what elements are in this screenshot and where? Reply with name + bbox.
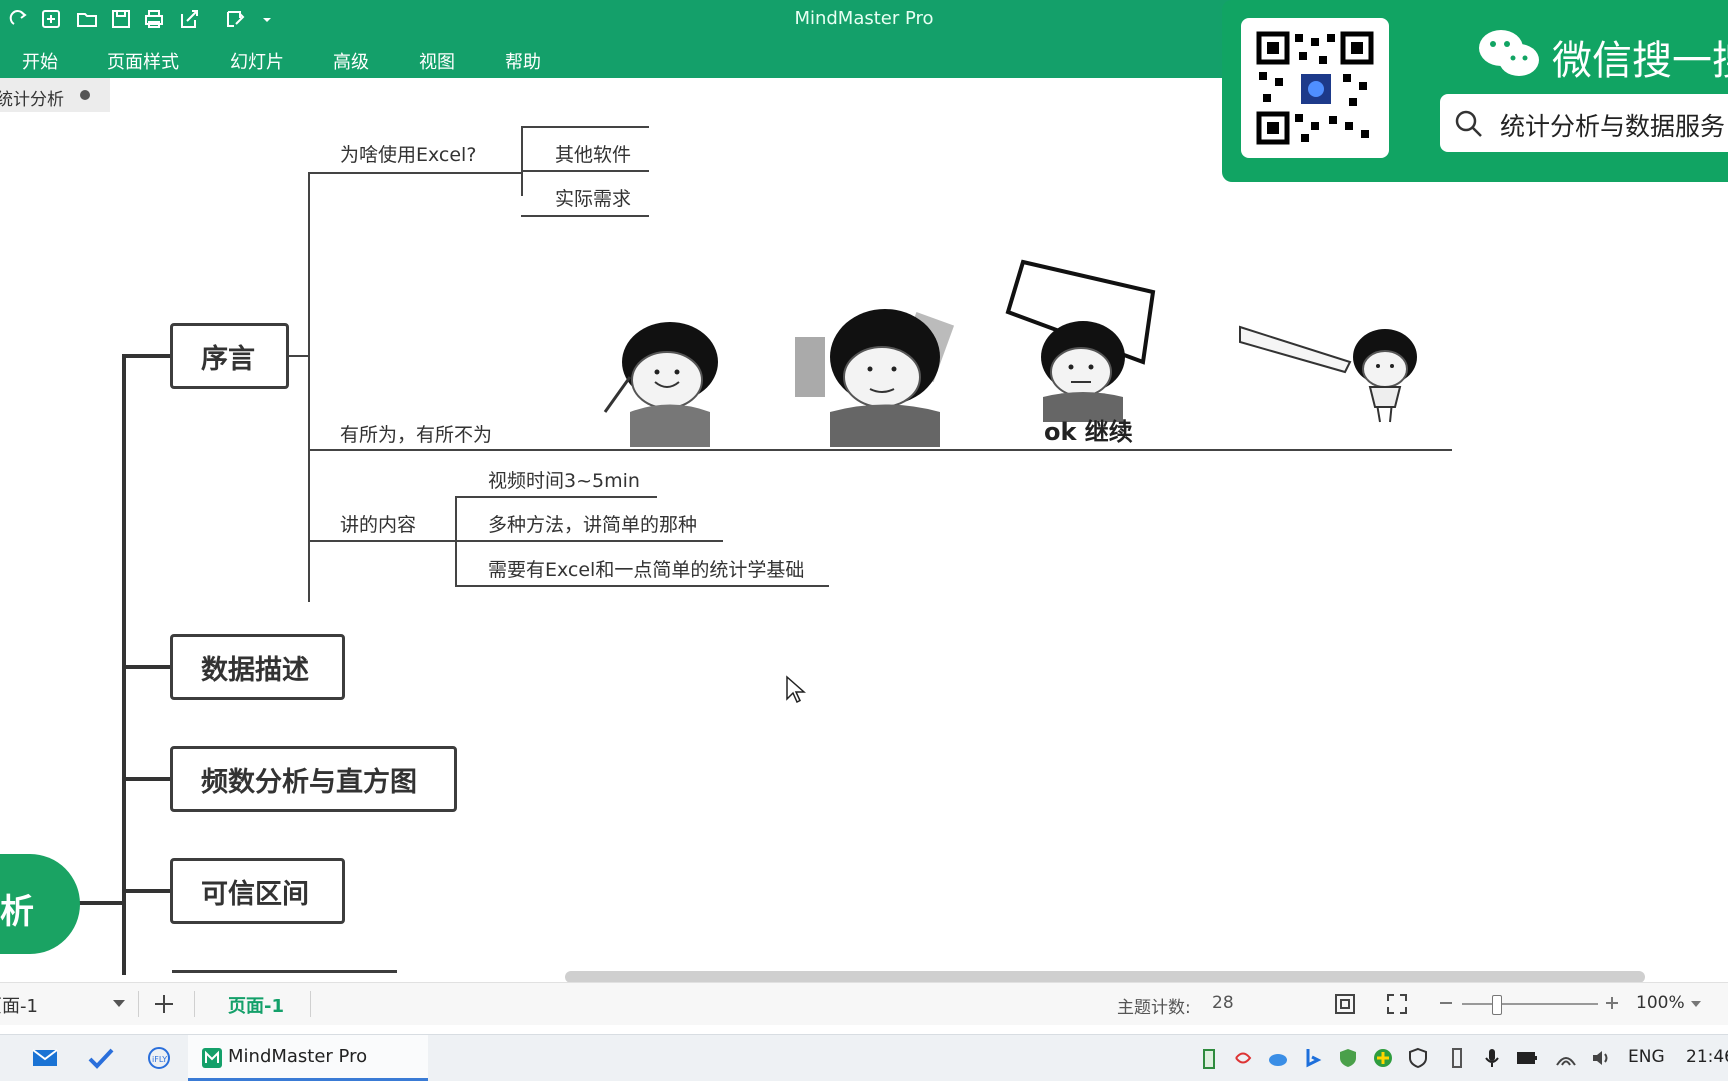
wechat-logo-icon [1479,30,1539,76]
battery-tray-icon[interactable] [1198,1047,1220,1069]
usb-tray-icon[interactable] [1446,1047,1468,1069]
subtopic-other-software[interactable]: 其他软件 [555,140,631,167]
topic-partial-next [172,970,397,982]
os-taskbar: iFLY MindMaster Pro ENG 21:46 [0,1034,1728,1081]
subtopic-video-length[interactable]: 视频时间3~5min [488,466,640,493]
microphone-tray-icon[interactable] [1481,1047,1503,1069]
fullscreen-icon[interactable] [1386,993,1408,1015]
topic-preface[interactable]: 序言 [170,323,289,389]
page-bar: 页面-1 页面-1 主题计数: 28 100% [0,982,1728,1025]
zoom-out-icon[interactable] [1438,995,1454,1011]
chevron-down-icon[interactable] [112,999,126,1009]
volume-icon[interactable] [1590,1047,1612,1069]
wechat-title: 微信搜一搜 [1552,38,1728,84]
why-excel-child-line-0 [521,126,649,128]
clock-time[interactable]: 21:46 [1686,1047,1728,1067]
divider [310,991,311,1017]
subtopic-prerequisites[interactable]: 需要有Excel和一点简单的统计学基础 [488,555,804,582]
search-icon [1455,110,1482,137]
content-child-line-2 [455,585,829,587]
preface-connector [289,355,309,357]
root-topic[interactable]: 析 [0,854,80,954]
zoom-slider-track[interactable] [1462,1003,1598,1005]
subtopic-methods[interactable]: 多种方法，讲简单的那种 [488,510,697,537]
menu-view[interactable]: 视图 [419,48,455,74]
scope-line [308,449,1452,451]
topic-count-value: 28 [1212,993,1234,1013]
topic-count-label: 主题计数: [1117,998,1191,1018]
wechat-search-box: 统计分析与数据服务 [1440,94,1728,152]
swirl-tray-icon[interactable] [1232,1047,1254,1069]
meme-face-3 [1005,259,1156,422]
branch-preface [122,354,170,358]
why-excel-child-line-2 [521,215,649,217]
divider [194,991,195,1017]
topic-data-description[interactable]: 数据描述 [170,634,345,700]
divider [138,991,139,1017]
taskbar-app-mindmaster[interactable]: MindMaster Pro [188,1035,428,1081]
zoom-dropdown-icon[interactable] [1690,999,1702,1009]
battery-icon[interactable] [1516,1047,1538,1069]
meme-face-2 [795,309,955,447]
qr-code-icon [1241,18,1389,158]
subtopic-why-excel[interactable]: 为啥使用Excel? [340,140,476,167]
document-tab[interactable]: 统计分析 [0,78,110,112]
subtopic-content[interactable]: 讲的内容 [340,510,416,537]
menu-page-style[interactable]: 页面样式 [107,48,179,74]
svg-text:iFLY: iFLY [152,1055,167,1064]
security-tray-icon[interactable] [1407,1047,1429,1069]
topic-confidence-interval[interactable]: 可信区间 [170,858,345,924]
wechat-promo-panel: 微信搜一搜 统计分析与数据服务 [1222,0,1728,182]
taskbar-app-label: MindMaster Pro [228,1046,368,1067]
subtopic-actual-needs[interactable]: 实际需求 [555,184,631,211]
menu-home[interactable]: 开始 [22,48,58,74]
tab-page-1[interactable]: 页面-1 [228,992,284,1018]
page-select[interactable]: 页面-1 [0,992,38,1018]
preface-subtree-spine [308,172,310,602]
ifly-icon[interactable]: iFLY [146,1047,172,1069]
mindmaster-logo-icon [202,1048,222,1068]
subtopic-scope[interactable]: 有所为，有所不为 [340,420,492,447]
zoom-level[interactable]: 100% [1636,993,1685,1013]
meme-face-4 [1239,325,1417,423]
menu-advanced[interactable]: 高级 [333,48,369,74]
document-tab-label: 统计分析 [0,90,64,110]
wechat-search-text: 统计分析与数据服务 [1500,112,1726,141]
mindmap-canvas[interactable]: 析 序言 数据描述 频数分析与直方图 可信区间 为啥使用Excel? 其他软件 … [0,112,1728,982]
why-excel-children-spine [521,126,523,196]
menu-slides[interactable]: 幻灯片 [230,48,284,74]
meme-face-1 [603,322,718,447]
wifi-icon[interactable] [1555,1047,1577,1069]
content-line [308,540,456,542]
menu-help[interactable]: 帮助 [505,48,541,74]
unsaved-dot-icon[interactable] [80,90,90,100]
bing-tray-icon[interactable] [1302,1047,1324,1069]
add-page-icon[interactable] [153,993,175,1015]
plus-tray-icon[interactable] [1372,1047,1394,1069]
mail-icon[interactable] [32,1047,58,1069]
zoom-in-icon[interactable] [1604,995,1620,1011]
root-topic-label: 析 [0,892,34,932]
why-excel-line [308,172,522,174]
branch-data-desc [122,665,170,669]
input-language[interactable]: ENG [1628,1047,1665,1067]
topic-frequency-histogram[interactable]: 频数分析与直方图 [170,746,457,812]
fit-page-icon[interactable] [1334,993,1356,1015]
mouse-cursor-icon [786,675,806,704]
zoom-slider-handle[interactable] [1492,995,1502,1015]
why-excel-child-line-1 [521,170,649,172]
cloud-tray-icon[interactable] [1267,1047,1289,1069]
branch-frequency [122,777,170,781]
content-child-line-1 [455,540,723,542]
todo-icon[interactable] [88,1047,114,1069]
meme-caption: ok 继续 [1044,418,1133,446]
content-child-line-0 [455,496,657,498]
branch-confidence [122,889,170,893]
shield-tray-icon[interactable] [1337,1047,1359,1069]
